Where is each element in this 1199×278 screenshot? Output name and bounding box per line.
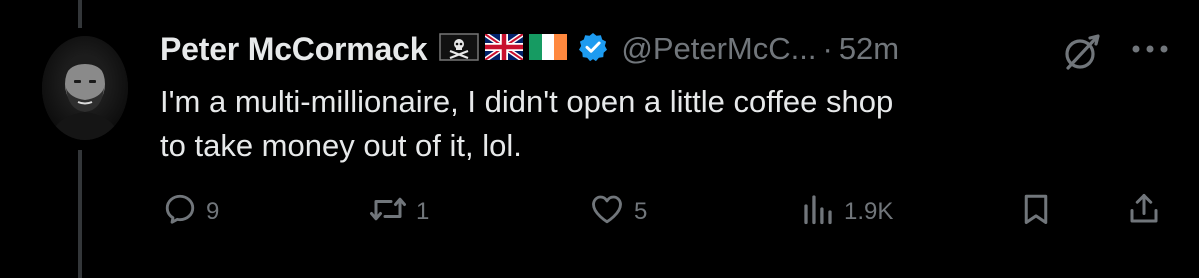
author-name[interactable]: Peter McCormack [160,31,428,68]
heart-icon [588,191,626,234]
thread-line-bottom [78,150,82,278]
tweet-header: Peter McCormack @PeterMcC... · 52m [160,24,899,74]
uk-flag-icon [483,31,525,65]
reply-button[interactable]: 9 [162,190,219,234]
more-options-icon[interactable] [1130,42,1170,60]
bookmark-icon [1018,191,1054,234]
reply-count: 9 [206,198,220,225]
grok-icon[interactable] [1058,30,1104,81]
author-handle[interactable]: @PeterMcC... [621,31,816,67]
share-icon [1126,191,1162,234]
verified-badge-icon[interactable] [577,31,609,68]
repost-button[interactable]: 1 [368,190,429,234]
author-badges [439,31,609,68]
like-count: 5 [634,198,648,225]
reply-icon [162,191,198,234]
header-separator: · [822,31,833,66]
avatar[interactable] [42,36,128,140]
pirate-flag-icon [439,32,480,66]
repost-count: 1 [416,198,430,225]
thread-line-top [78,0,82,28]
bookmark-button[interactable] [1018,190,1054,234]
like-button[interactable]: 5 [588,190,647,234]
views-button[interactable]: 1.9K [800,190,893,234]
ireland-flag-icon [529,33,568,65]
views-count: 1.9K [844,198,894,225]
tweet-timestamp[interactable]: 52m [839,31,899,67]
share-button[interactable] [1126,190,1162,234]
tweet-actions-bar: 9 1 5 1.9K [160,190,1170,234]
analytics-icon [800,191,836,234]
tweet-text: I'm a multi-millionaire, I didn't open a… [160,84,894,163]
repost-icon [368,191,408,234]
